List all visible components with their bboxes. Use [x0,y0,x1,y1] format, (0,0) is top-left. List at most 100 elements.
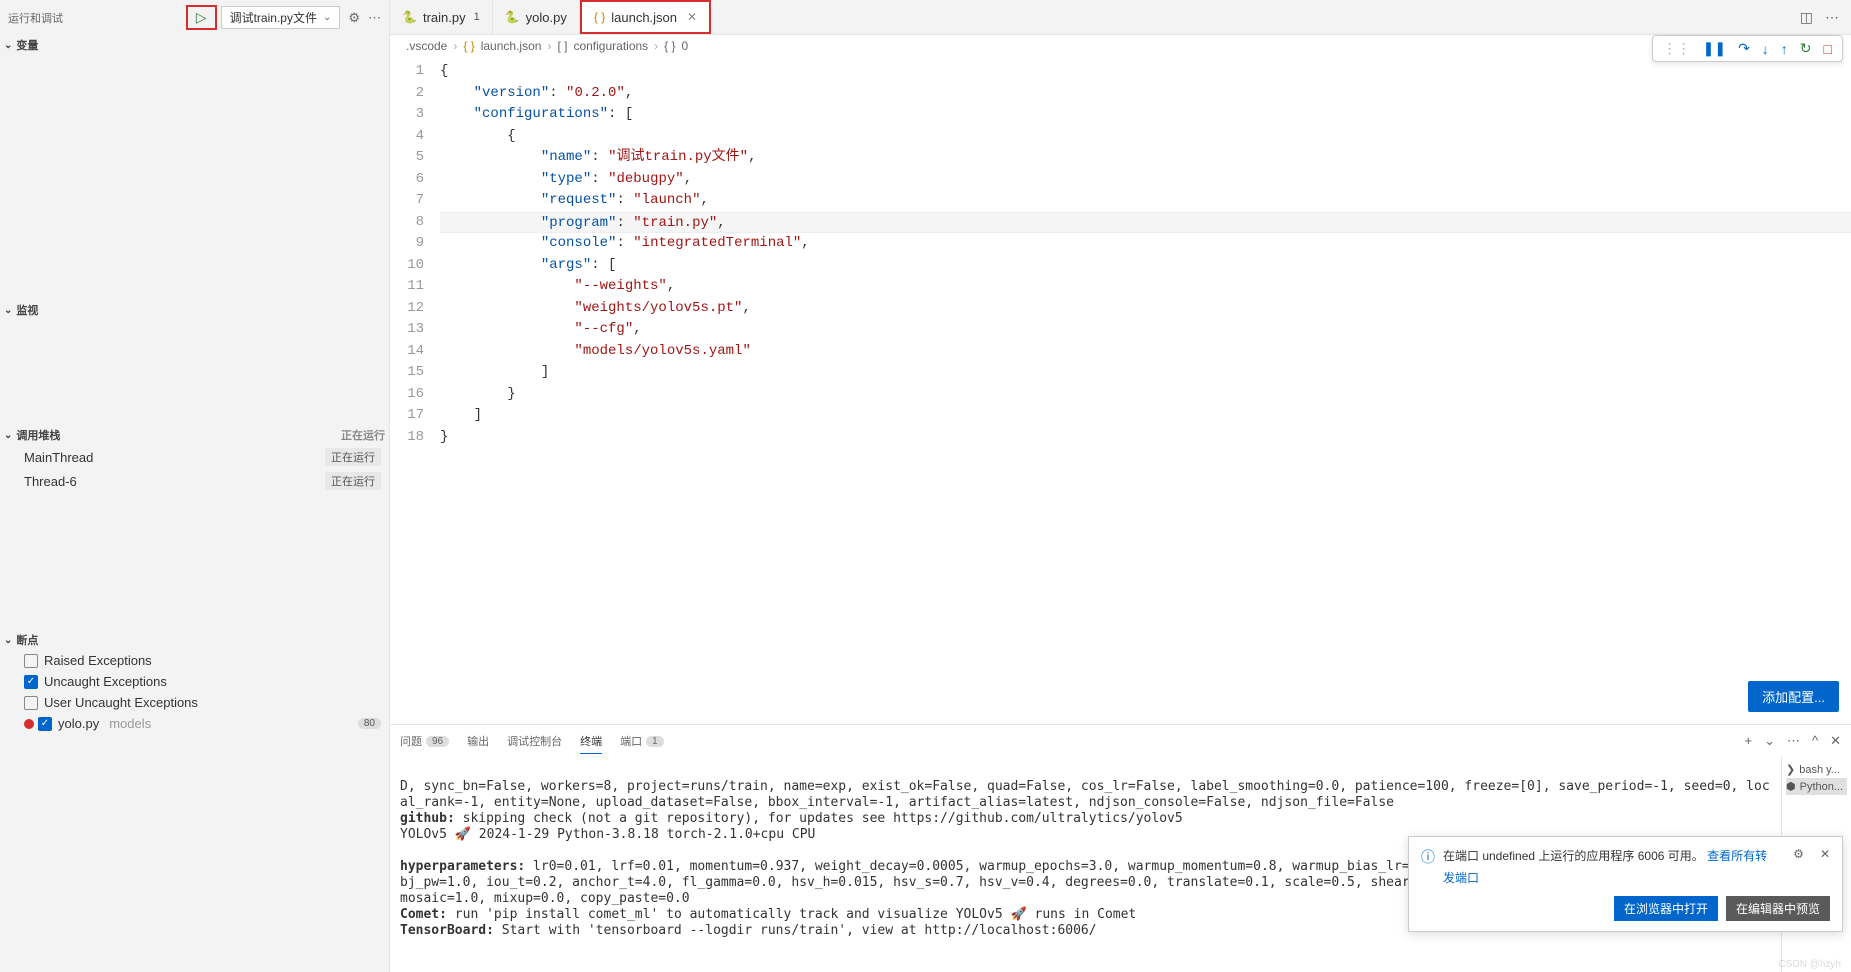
thread-row[interactable]: Thread-6 正在运行 [0,469,389,493]
breakpoint-dot-icon [24,719,34,729]
terminal-tb-label: TensorBoard: [400,923,494,938]
more-icon[interactable]: ⋯ [368,10,381,26]
terminal-tb-text: Start with 'tensorboard --logdir runs/tr… [494,923,1097,938]
chevron-down-icon: ⌄ [4,305,12,316]
new-terminal-icon[interactable]: + [1744,733,1752,749]
chevron-right-icon: › [453,39,457,53]
breadcrumb: .vscode › { } launch.json › [ ] configur… [390,35,1851,57]
start-debug-button[interactable]: ▷ [186,5,217,30]
breakpoint-label: User Uncaught Exceptions [44,695,198,710]
array-icon: [ ] [557,39,567,53]
add-config-button[interactable]: 添加配置... [1748,681,1839,712]
editor-tabs: 🐍 train.py 1 🐍 yolo.py { } launch.json ✕… [390,0,1851,35]
gear-icon[interactable]: ⚙ [1793,847,1804,861]
play-icon: ▷ [196,9,207,26]
debug-sidebar: 运行和调试 ▷ 调试train.py文件 ⌄ ⚙ ⋯ ⌄ 变量 ⌄ 监视 ⌄ 调… [0,0,390,972]
step-into-icon[interactable]: ↓ [1762,41,1769,57]
tab-label: train.py [423,10,466,25]
debug-config-label: 调试train.py文件 [230,9,317,26]
section-watch-header[interactable]: ⌄ 监视 [0,300,389,320]
editor: 123456789101112131415161718 { "version":… [390,57,1851,724]
python-icon: 🐍 [505,10,520,24]
close-icon[interactable]: ✕ [1830,733,1841,749]
chevron-right-icon: › [547,39,551,53]
terminal-comet-text: run 'pip install comet_ml' to automatica… [447,907,1136,922]
gear-icon[interactable]: ⚙ [348,10,360,26]
section-breakpoints-label: 断点 [16,632,38,648]
terminal-python[interactable]: ⬢ Python... [1786,778,1847,795]
panel-tab-ports[interactable]: 端口 1 [620,729,664,753]
chevron-down-icon[interactable]: ⌄ [1764,733,1775,749]
sidebar-title: 运行和调试 [8,10,186,26]
panel-tab-label: 端口 [620,733,642,749]
breadcrumb-file[interactable]: launch.json [481,39,542,53]
notification-toast: ⓘ 在端口 undefined 上运行的应用程序 6006 可用。 查看所有转 … [1408,836,1843,932]
panel-tab-problems[interactable]: 问题 96 [400,729,449,753]
split-editor-icon[interactable]: ◫ [1800,9,1813,26]
close-icon[interactable]: ✕ [1820,847,1830,861]
breakpoint-file[interactable]: ✓ yolo.py models 80 [0,713,389,734]
tab-launch-json[interactable]: { } launch.json ✕ [580,0,711,34]
breakpoint-label: Uncaught Exceptions [44,674,167,689]
debug-config-select[interactable]: 调试train.py文件 ⌄ [221,6,341,29]
breakpoint-file-label: yolo.py [58,716,99,731]
checkbox[interactable] [24,696,38,710]
step-out-icon[interactable]: ↑ [1781,41,1788,57]
stop-icon[interactable]: □ [1824,41,1832,57]
chevron-down-icon: ⌄ [4,430,12,441]
terminal-hyper-label: hyperparameters: [400,859,525,874]
step-over-icon[interactable]: ↷ [1738,40,1750,57]
breadcrumb-folder[interactable]: .vscode [406,39,447,53]
json-icon: { } [463,39,474,53]
main-area: 🐍 train.py 1 🐍 yolo.py { } launch.json ✕… [390,0,1851,972]
code-content[interactable]: { "version": "0.2.0", "configurations": … [440,61,1851,724]
tab-label: yolo.py [526,10,567,25]
section-watch-label: 监视 [16,302,38,318]
breadcrumb-obj[interactable]: 0 [682,39,689,53]
breakpoint-uncaught[interactable]: ✓ Uncaught Exceptions [0,671,389,692]
maximize-icon[interactable]: ^ [1812,733,1818,749]
section-callstack: MainThread 正在运行 Thread-6 正在运行 [0,445,389,630]
section-callstack-header[interactable]: ⌄ 调用堆栈 正在运行 [0,425,389,445]
panel-actions: + ⌄ ⋯ ^ ✕ [1744,733,1841,749]
terminal-github-label: github: [400,811,455,826]
python-icon: 🐍 [402,10,417,24]
notification-link[interactable]: 查看所有转 [1707,849,1767,863]
panel-tab-debug-console[interactable]: 调试控制台 [507,729,562,753]
pause-icon[interactable]: ❚❚ [1703,40,1726,57]
terminal-line: D, sync_bn=False, workers=8, project=run… [400,779,1770,810]
section-breakpoints-header[interactable]: ⌄ 断点 [0,630,389,650]
breakpoint-user-uncaught[interactable]: User Uncaught Exceptions [0,692,389,713]
tab-train-py[interactable]: 🐍 train.py 1 [390,0,493,34]
checkbox[interactable]: ✓ [38,717,52,731]
terminal-bash[interactable]: ❯ bash y... [1786,761,1847,778]
more-icon[interactable]: ⋯ [1825,9,1839,26]
breakpoint-label: Raised Exceptions [44,653,152,668]
thread-status: 正在运行 [325,472,381,490]
tab-yolo-py[interactable]: 🐍 yolo.py [493,0,580,34]
panel-tab-output[interactable]: 输出 [467,729,489,753]
breakpoint-count: 80 [358,718,381,729]
notification-sublink[interactable]: 发端口 [1443,869,1830,886]
restart-icon[interactable]: ↻ [1800,40,1812,57]
close-icon[interactable]: ✕ [687,10,697,24]
panel-tabs: 问题 96 输出 调试控制台 终端 端口 1 + ⌄ ⋯ ^ ✕ [390,725,1851,757]
checkbox[interactable]: ✓ [24,675,38,689]
preview-in-editor-button[interactable]: 在编辑器中预览 [1726,896,1830,921]
section-breakpoints: Raised Exceptions ✓ Uncaught Exceptions … [0,650,389,972]
open-in-browser-button[interactable]: 在浏览器中打开 [1614,896,1718,921]
breadcrumb-array[interactable]: configurations [573,39,648,53]
section-variables-header[interactable]: ⌄ 变量 [0,35,389,55]
tab-modified: 1 [474,11,480,23]
panel-tab-label: 问题 [400,733,422,749]
thread-name: Thread-6 [24,474,77,489]
thread-row[interactable]: MainThread 正在运行 [0,445,389,469]
panel-tab-terminal[interactable]: 终端 [580,729,602,754]
section-callstack-label: 调用堆栈 [16,427,60,443]
grip-icon[interactable]: ⋮⋮ [1663,40,1691,57]
checkbox[interactable] [24,654,38,668]
notification-text: 在端口 undefined 上运行的应用程序 6006 可用。 查看所有转 [1443,847,1777,865]
more-icon[interactable]: ⋯ [1787,733,1800,749]
breakpoint-raised[interactable]: Raised Exceptions [0,650,389,671]
code-editor[interactable]: 123456789101112131415161718 { "version":… [390,57,1851,724]
